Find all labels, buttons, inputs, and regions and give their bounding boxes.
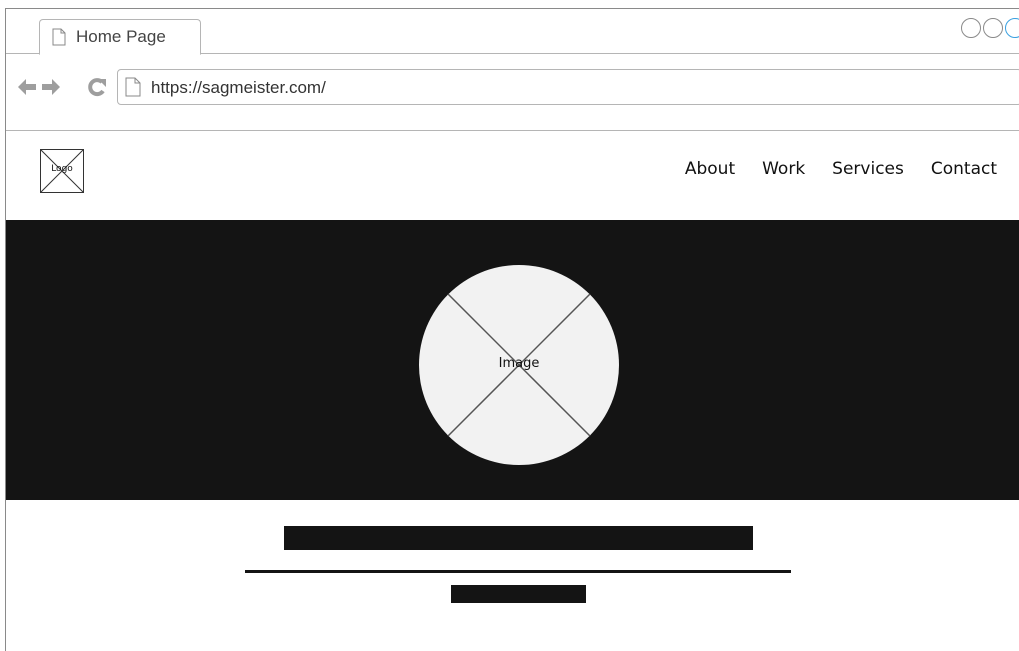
subtext-placeholder-bar xyxy=(451,585,586,603)
hero-image-label: Image xyxy=(498,356,540,371)
address-bar-row: https://sagmeister.com/ xyxy=(6,54,1019,131)
tab-home-page[interactable]: Home Page xyxy=(39,19,201,55)
close-circle-icon[interactable] xyxy=(1005,18,1019,38)
divider-line xyxy=(245,570,791,573)
nav-contact[interactable]: Contact xyxy=(931,159,997,179)
main-nav: About Work Services Contact xyxy=(658,159,997,179)
hero-section: Image xyxy=(6,220,1019,500)
headline-placeholder-bar xyxy=(284,526,753,550)
minimize-circle-icon[interactable] xyxy=(961,18,981,38)
hero-image-placeholder: Image xyxy=(419,265,619,465)
reload-icon[interactable] xyxy=(87,77,107,97)
nav-work[interactable]: Work xyxy=(762,159,805,179)
nav-services[interactable]: Services xyxy=(832,159,904,179)
tab-bar: Home Page xyxy=(6,9,1019,55)
url-text: https://sagmeister.com/ xyxy=(151,78,326,97)
window-controls xyxy=(961,18,1019,38)
tab-title: Home Page xyxy=(76,27,166,46)
back-arrow-icon[interactable] xyxy=(17,77,37,97)
logo-placeholder[interactable]: Logo xyxy=(40,149,84,193)
browser-window: Home Page https://sagmeister.com/ Logo A… xyxy=(5,8,1019,651)
maximize-circle-icon[interactable] xyxy=(983,18,1003,38)
logo-label: Logo xyxy=(51,164,73,174)
nav-about[interactable]: About xyxy=(685,159,735,179)
forward-arrow-icon[interactable] xyxy=(41,77,61,97)
page-icon xyxy=(52,28,66,46)
address-bar[interactable]: https://sagmeister.com/ xyxy=(117,69,1019,105)
page-icon xyxy=(125,77,141,97)
site-header: Logo About Work Services Contact xyxy=(6,131,1019,220)
